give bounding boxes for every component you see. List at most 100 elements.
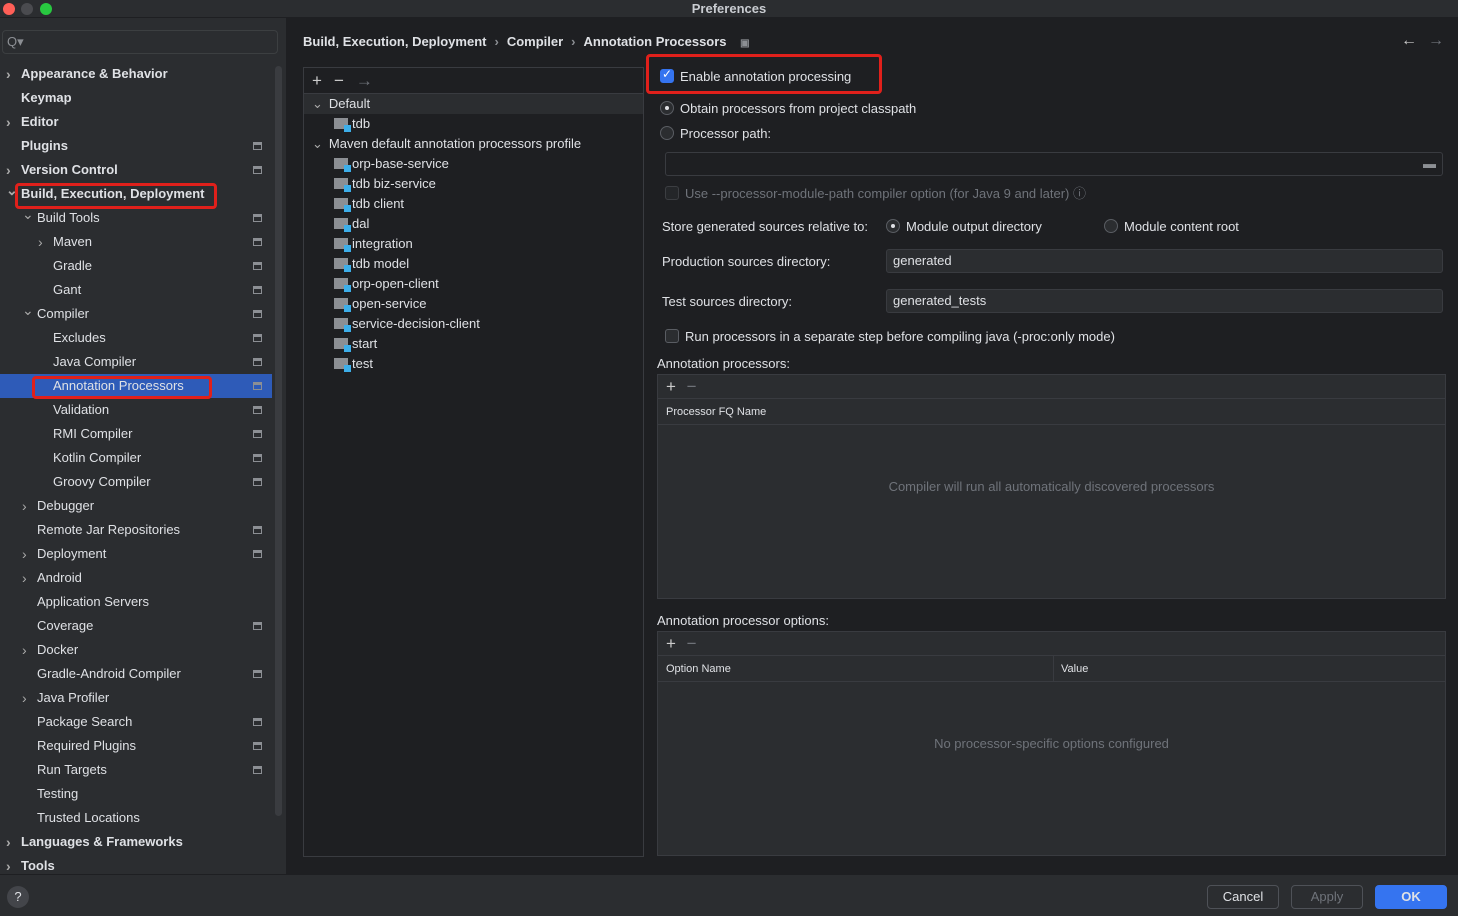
help-button[interactable]: ? (7, 886, 29, 908)
sidebar-item[interactable]: RMI Compiler (0, 422, 272, 446)
sidebar-item[interactable]: Gant (0, 278, 272, 302)
sidebar-item[interactable]: › Debugger (0, 494, 272, 518)
folder-icon[interactable]: ▬ (1423, 153, 1436, 175)
sidebar-item[interactable]: › Deployment (0, 542, 272, 566)
sidebar-item[interactable]: Plugins (0, 134, 272, 158)
module-item[interactable]: dal (304, 214, 643, 234)
column-header[interactable]: Value (1053, 656, 1088, 682)
chevron-right-icon[interactable]: › (22, 494, 27, 518)
chevron-right-icon[interactable]: › (22, 638, 27, 662)
forward-button[interactable]: → (1428, 32, 1444, 50)
sidebar-item[interactable]: Remote Jar Repositories (0, 518, 272, 542)
module-item[interactable]: test (304, 354, 643, 374)
sidebar-item[interactable]: › Android (0, 566, 272, 590)
module-content-root-radio[interactable]: Module content root (1104, 219, 1239, 234)
chevron-right-icon[interactable]: › (22, 566, 27, 590)
sidebar-item[interactable]: Gradle (0, 254, 272, 278)
sidebar-item[interactable]: Application Servers (0, 590, 272, 614)
profile-default[interactable]: ⌄ Default (304, 94, 643, 114)
sidebar-item-label: Android (37, 570, 82, 585)
sidebar-item[interactable]: Excludes (0, 326, 272, 350)
back-button[interactable]: ← (1401, 32, 1417, 50)
chevron-right-icon[interactable]: › (38, 230, 43, 254)
sidebar-item[interactable]: Testing (0, 782, 272, 806)
module-item[interactable]: integration (304, 234, 643, 254)
module-item[interactable]: tdb (304, 114, 643, 134)
sidebar-item[interactable]: Keymap (0, 86, 272, 110)
sidebar-item-label: Build Tools (37, 210, 100, 225)
module-item[interactable]: orp-base-service (304, 154, 643, 174)
module-item[interactable]: start (304, 334, 643, 354)
production-dir-input[interactable]: generated (886, 249, 1443, 273)
ok-button[interactable]: OK (1375, 885, 1447, 909)
sidebar-item[interactable]: ⌄ Build Tools (0, 206, 272, 230)
sidebar-item[interactable]: Trusted Locations (0, 806, 272, 830)
remove-profile-button[interactable]: − (334, 71, 344, 90)
module-item[interactable]: tdb model (304, 254, 643, 274)
sidebar-item[interactable]: › Java Profiler (0, 686, 272, 710)
sidebar-item[interactable]: Package Search (0, 710, 272, 734)
sidebar-item-label: Coverage (37, 618, 94, 633)
sidebar-item[interactable]: Required Plugins (0, 734, 272, 758)
add-processor-button[interactable]: + (666, 377, 676, 396)
close-window-button[interactable] (3, 3, 15, 15)
search-input[interactable]: Q▾ (2, 30, 278, 54)
module-item[interactable]: orp-open-client (304, 274, 643, 294)
help-icon[interactable]: ⓘ (1073, 186, 1086, 201)
sidebar-item[interactable]: › Editor (0, 110, 272, 134)
add-profile-button[interactable]: + (312, 71, 322, 90)
separate-step-checkbox[interactable]: Run processors in a separate step before… (665, 329, 1115, 344)
chevron-right-icon[interactable]: › (6, 62, 11, 86)
sidebar-item[interactable]: Kotlin Compiler (0, 446, 272, 470)
module-item[interactable]: tdb biz-service (304, 174, 643, 194)
processor-path-radio[interactable]: Processor path: (660, 126, 771, 141)
sidebar-item[interactable]: › Languages & Frameworks (0, 830, 272, 854)
chevron-down-icon[interactable]: ⌄ (312, 96, 323, 111)
module-item[interactable]: open-service (304, 294, 643, 314)
obtain-from-classpath-radio[interactable]: Obtain processors from project classpath (660, 101, 916, 116)
zoom-window-button[interactable] (40, 3, 52, 15)
processor-path-input[interactable]: ▬ (665, 152, 1443, 176)
cancel-button[interactable]: Cancel (1207, 885, 1279, 909)
sidebar-scrollbar[interactable] (275, 66, 282, 816)
module-path-checkbox[interactable]: Use --processor-module-path compiler opt… (665, 183, 1086, 202)
module-output-radio[interactable]: Module output directory (886, 219, 1042, 234)
sidebar-item[interactable]: Groovy Compiler (0, 470, 272, 494)
move-to-profile-button[interactable]: → (356, 71, 373, 90)
sidebar-item-label: Compiler (37, 306, 90, 321)
chevron-right-icon[interactable]: › (22, 542, 27, 566)
column-header[interactable]: Processor FQ Name (658, 399, 1445, 425)
chevron-down-icon[interactable]: ⌄ (312, 136, 323, 151)
project-settings-icon (253, 550, 262, 558)
project-settings-icon (253, 334, 262, 342)
test-dir-input[interactable]: generated_tests (886, 289, 1443, 313)
breadcrumb-item: Annotation Processors (583, 34, 727, 49)
sidebar-item[interactable]: Java Compiler (0, 350, 272, 374)
sidebar-item[interactable]: › Maven (0, 230, 272, 254)
profile-maven[interactable]: ⌄ Maven default annotation processors pro… (304, 134, 643, 154)
add-option-button[interactable]: + (666, 634, 676, 653)
column-header[interactable]: Option Name (666, 663, 731, 675)
sidebar-item[interactable]: › Version Control (0, 158, 272, 182)
minimize-window-button[interactable] (21, 3, 33, 15)
module-item[interactable]: tdb client (304, 194, 643, 214)
sidebar-item-label: Java Compiler (53, 354, 137, 369)
sidebar-item[interactable]: Gradle-Android Compiler (0, 662, 272, 686)
sidebar-item[interactable]: Coverage (0, 614, 272, 638)
chevron-right-icon[interactable]: › (22, 686, 27, 710)
chevron-down-icon[interactable]: ⌄ (22, 298, 34, 322)
sidebar-item[interactable]: Run Targets (0, 758, 272, 782)
apply-button[interactable]: Apply (1291, 885, 1363, 909)
module-item[interactable]: service-decision-client (304, 314, 643, 334)
sidebar-item[interactable]: › Appearance & Behavior (0, 62, 272, 86)
sidebar-item[interactable]: Validation (0, 398, 272, 422)
breadcrumb-item[interactable]: Compiler (507, 34, 563, 49)
sidebar-item[interactable]: › Docker (0, 638, 272, 662)
sidebar-item[interactable]: ⌄ Compiler (0, 302, 272, 326)
breadcrumb-item[interactable]: Build, Execution, Deployment (303, 34, 486, 49)
chevron-right-icon[interactable]: › (6, 830, 11, 854)
chevron-right-icon[interactable]: › (6, 110, 11, 134)
remove-processor-button[interactable]: − (687, 377, 697, 396)
remove-option-button[interactable]: − (687, 634, 697, 653)
enable-annotation-processing-checkbox[interactable]: Enable annotation processing (660, 67, 851, 84)
